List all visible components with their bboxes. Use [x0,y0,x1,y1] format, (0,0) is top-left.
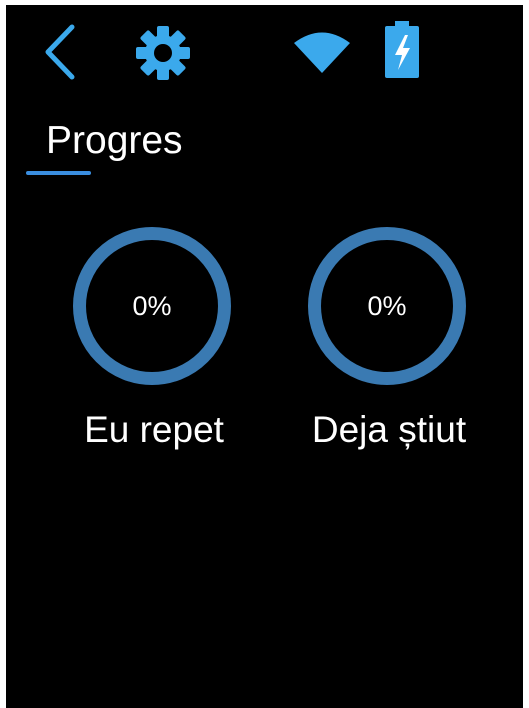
progress-label: Eu repet [84,409,224,450]
progress-ring: 0% [73,227,231,385]
tab-active-indicator [26,171,91,175]
gear-icon[interactable] [134,24,192,82]
top-bar [6,5,523,95]
progress-value: 0% [367,291,407,321]
battery-charging-icon [385,21,419,78]
progress-ring: 0% [308,227,466,385]
page-title: Progres [46,119,183,162]
chevron-left-icon[interactable] [42,23,76,81]
progress-card-eu-repet[interactable]: 0% Eu repet [49,227,259,457]
progress-value: 0% [132,291,172,321]
progress-label: Deja știut [311,409,467,450]
device-screen: Progres 0% Eu repet 0% Deja știut [6,5,523,708]
wifi-icon [294,32,350,73]
progress-card-deja-stiut[interactable]: 0% Deja știut [284,227,494,457]
